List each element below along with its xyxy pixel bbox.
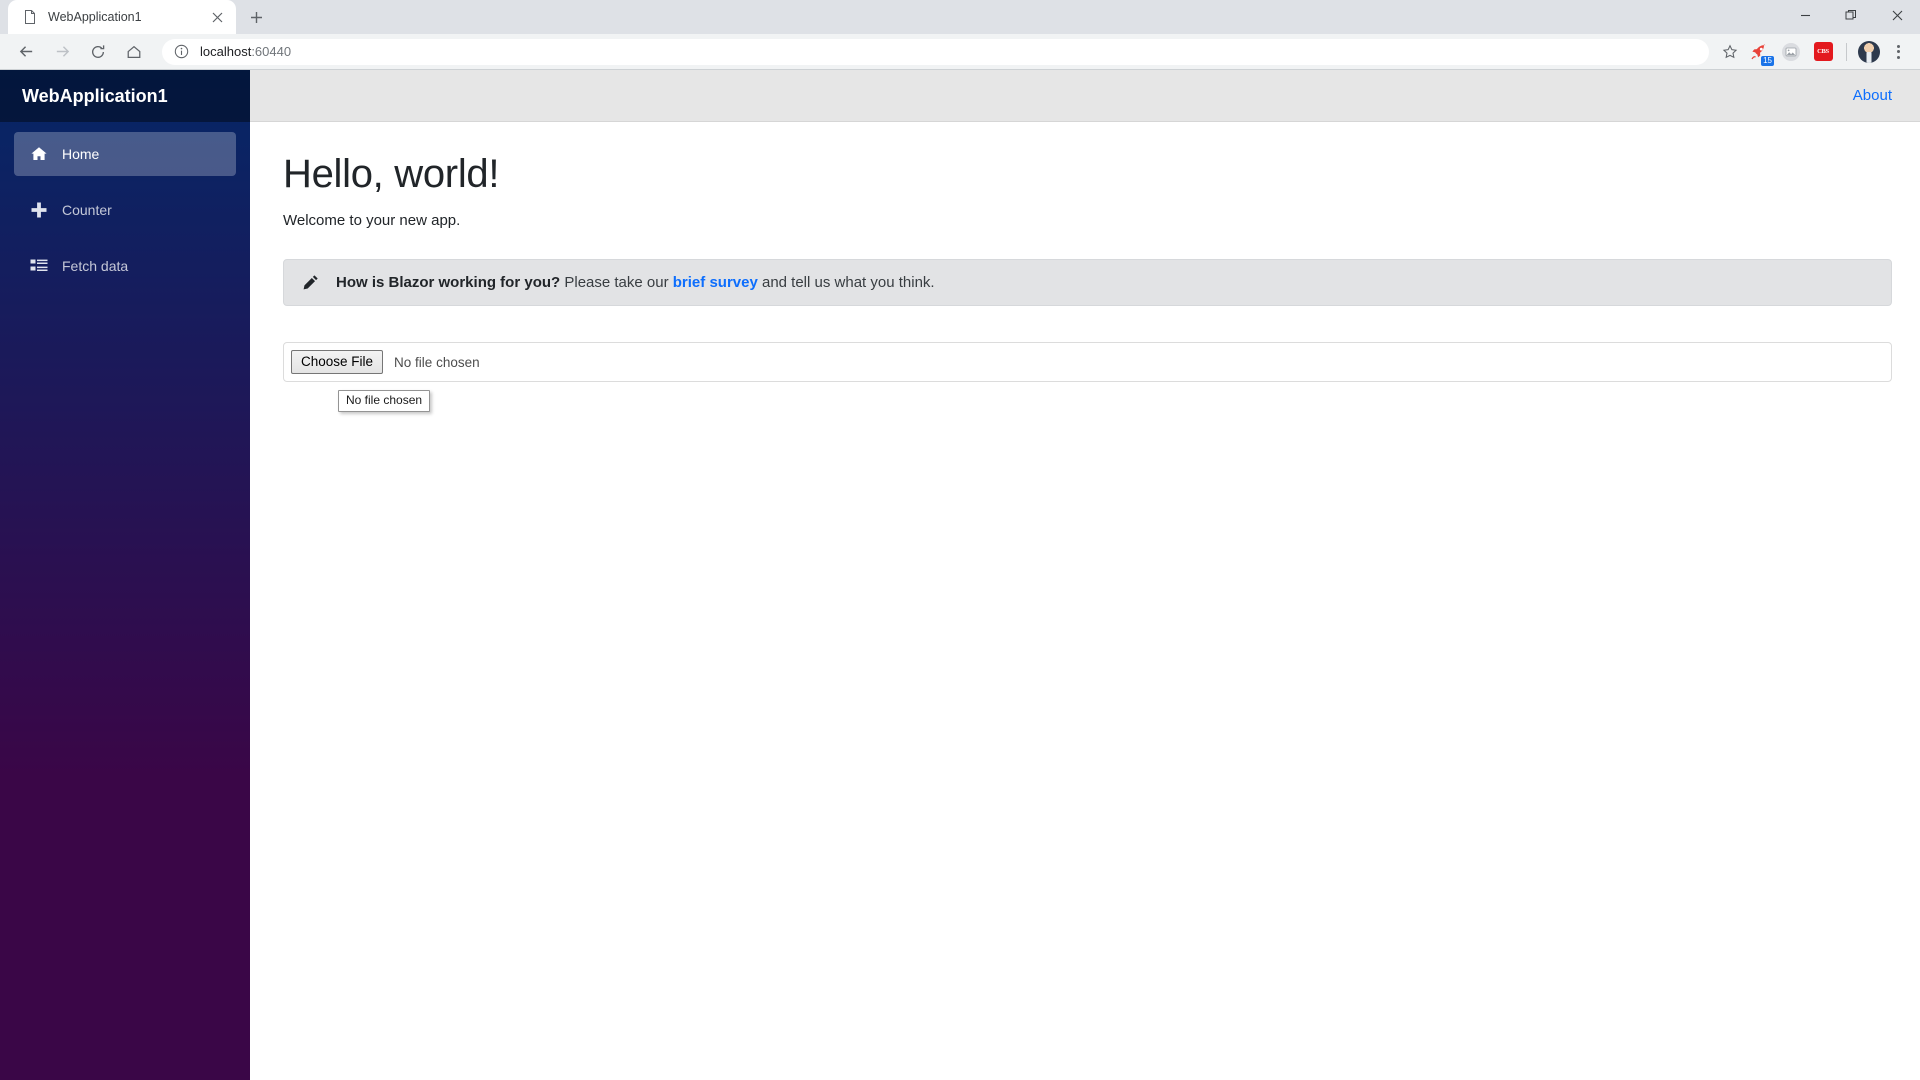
image-extension-icon[interactable]: [1777, 38, 1805, 66]
avatar[interactable]: [1858, 40, 1880, 63]
extension-badge: 15: [1760, 54, 1775, 67]
page-lead: Welcome to your new app.: [283, 212, 461, 229]
reload-icon[interactable]: [83, 37, 113, 67]
survey-alert: How is Blazor working for you? Please ta…: [283, 259, 1892, 306]
plus-icon: [28, 201, 50, 219]
tab-strip: WebApplication1: [0, 0, 1920, 34]
file-status-text: No file chosen: [394, 354, 480, 370]
choose-file-button[interactable]: Choose File: [291, 350, 384, 374]
app-topbar: About: [250, 70, 1920, 122]
file-input[interactable]: Choose File No file chosen: [283, 342, 1892, 382]
window-close-icon[interactable]: [1874, 0, 1920, 30]
new-tab-button[interactable]: [242, 3, 270, 31]
browser-window: WebApplication1 localhost:60440 15 CBS W…: [0, 0, 1920, 1080]
rocket-extension-icon[interactable]: 15: [1745, 38, 1775, 67]
site-info-icon[interactable]: [174, 44, 189, 59]
page-title: Hello, world!: [283, 152, 500, 196]
page-body: WebApplication1 Home Counter Fetch data …: [0, 70, 1920, 1080]
home-icon: [28, 145, 50, 163]
brand-header[interactable]: WebApplication1: [0, 70, 250, 122]
home-icon[interactable]: [119, 37, 149, 67]
app-content: About Hello, world! Welcome to your new …: [250, 70, 1920, 1080]
file-input-tooltip: No file chosen: [338, 390, 431, 412]
brand-title: WebApplication1: [22, 85, 168, 106]
star-icon[interactable]: [1717, 39, 1743, 65]
sidebar-item-label: Fetch data: [62, 258, 129, 274]
survey-text: How is Blazor working for you? Please ta…: [336, 274, 935, 291]
sidebar-item-label: Counter: [62, 202, 112, 218]
browser-tab[interactable]: WebApplication1: [8, 0, 236, 34]
browser-toolbar: localhost:60440 15 CBS: [0, 34, 1920, 70]
sidebar-nav: Home Counter Fetch data: [0, 122, 250, 300]
address-bar[interactable]: localhost:60440: [162, 38, 1709, 65]
cbs-extension-label: CBS: [1813, 42, 1833, 61]
survey-text-after-link: and tell us what you think.: [757, 274, 935, 291]
survey-text-before-link: Please take our: [560, 274, 673, 291]
back-arrow-icon[interactable]: [11, 37, 41, 67]
url-host: localhost: [200, 43, 252, 59]
survey-bold-text: How is Blazor working for you?: [336, 274, 561, 291]
kebab-menu-icon[interactable]: [1884, 38, 1912, 66]
list-icon: [28, 257, 50, 275]
app-sidebar: WebApplication1 Home Counter Fetch data: [0, 70, 250, 1080]
restore-icon[interactable]: [1828, 0, 1874, 30]
close-icon[interactable]: [208, 8, 226, 26]
page-icon: [25, 10, 35, 24]
forward-arrow-icon[interactable]: [47, 37, 77, 67]
main-content: Hello, world! Welcome to your new app. H…: [250, 122, 1920, 412]
file-upload-block: Choose File No file chosen No file chose…: [283, 342, 1892, 412]
tabstrip-drag-area: [270, 0, 1782, 34]
cbs-extension-icon[interactable]: CBS: [1809, 38, 1837, 66]
brief-survey-link[interactable]: brief survey: [673, 274, 758, 291]
pencil-icon: [302, 274, 324, 291]
tab-title: WebApplication1: [48, 10, 142, 24]
sidebar-item-label: Home: [62, 146, 100, 162]
url-text: localhost:60440: [200, 44, 291, 60]
about-link[interactable]: About: [1853, 87, 1892, 104]
toolbar-divider: [1846, 42, 1847, 61]
url-port: :60440: [251, 43, 292, 59]
window-controls: [1782, 0, 1920, 34]
sidebar-item-fetch-data[interactable]: Fetch data: [14, 244, 236, 288]
sidebar-item-counter[interactable]: Counter: [14, 188, 236, 232]
sidebar-item-home[interactable]: Home: [14, 132, 236, 176]
minimize-icon[interactable]: [1782, 0, 1828, 30]
